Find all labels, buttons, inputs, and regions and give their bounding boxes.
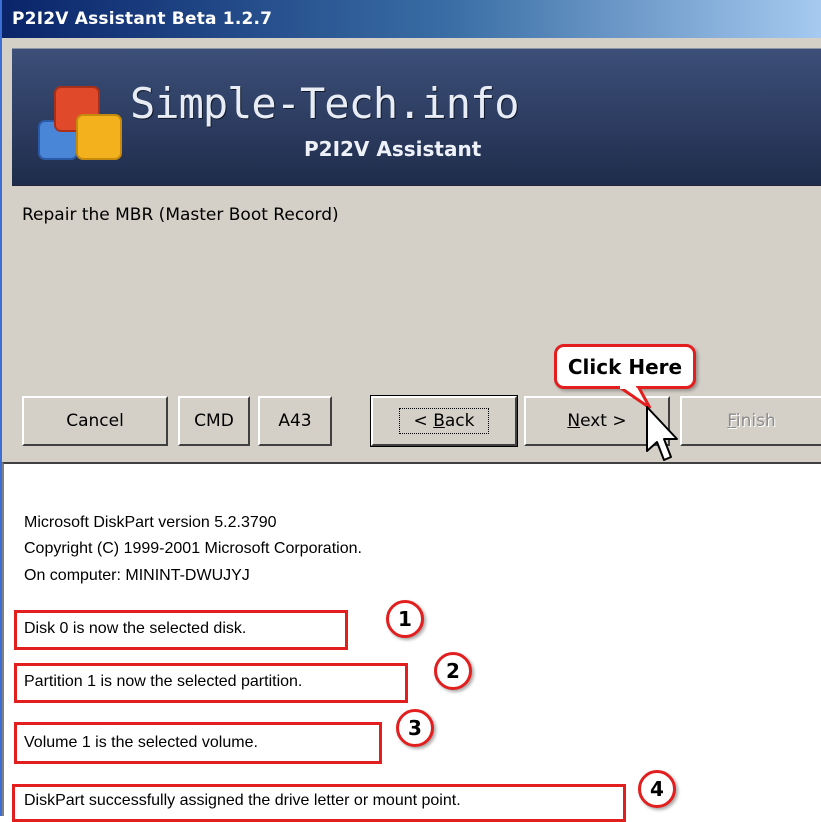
- cancel-button[interactable]: Cancel: [22, 396, 168, 446]
- a43-label: A43: [278, 411, 312, 431]
- title-bar[interactable]: P2I2V Assistant Beta 1.2.7: [2, 0, 821, 38]
- diskpart-output-panel[interactable]: Microsoft DiskPart version 5.2.3790 Copy…: [2, 462, 821, 822]
- stacked-squares-logo-icon: [38, 86, 122, 160]
- back-label: < Back: [398, 408, 490, 434]
- mouse-cursor-icon: [646, 406, 678, 461]
- console-line: Disk 0 is now the selected disk.: [24, 620, 247, 637]
- console-line: DiskPart successfully assigned the drive…: [24, 792, 461, 809]
- assistant-window: P2I2V Assistant Beta 1.2.7 Simple-Tech.i…: [0, 0, 821, 822]
- header-banner: Simple-Tech.info P2I2V Assistant: [12, 48, 821, 186]
- console-line: On computer: MININT-DWUJYJ: [24, 567, 250, 584]
- brand-name: Simple-Tech.info: [130, 79, 520, 128]
- callout-label: Click Here: [567, 354, 683, 379]
- console-line: Copyright (C) 1999-2001 Microsoft Corpor…: [24, 540, 362, 557]
- console-line: Partition 1 is now the selected partitio…: [24, 673, 303, 690]
- finish-button: Finish: [680, 396, 821, 446]
- product-name: P2I2V Assistant: [304, 137, 482, 161]
- next-label: Next >: [567, 411, 627, 431]
- finish-label: Finish: [727, 411, 776, 431]
- step-badge-2: 2: [434, 652, 472, 690]
- back-button[interactable]: < Back: [370, 395, 518, 447]
- console-line: Volume 1 is the selected volume.: [24, 734, 258, 751]
- click-here-callout: Click Here: [554, 344, 696, 389]
- step-badge-3: 3: [396, 709, 434, 747]
- step-badge-1: 1: [386, 600, 424, 638]
- window-title: P2I2V Assistant Beta 1.2.7: [12, 9, 273, 29]
- cmd-label: CMD: [194, 411, 234, 431]
- cmd-button[interactable]: CMD: [178, 396, 250, 446]
- console-line: Microsoft DiskPart version 5.2.3790: [24, 514, 277, 531]
- step-description: Repair the MBR (Master Boot Record): [22, 205, 339, 225]
- a43-button[interactable]: A43: [258, 396, 332, 446]
- cancel-label: Cancel: [66, 411, 124, 431]
- step-badge-4: 4: [638, 770, 676, 808]
